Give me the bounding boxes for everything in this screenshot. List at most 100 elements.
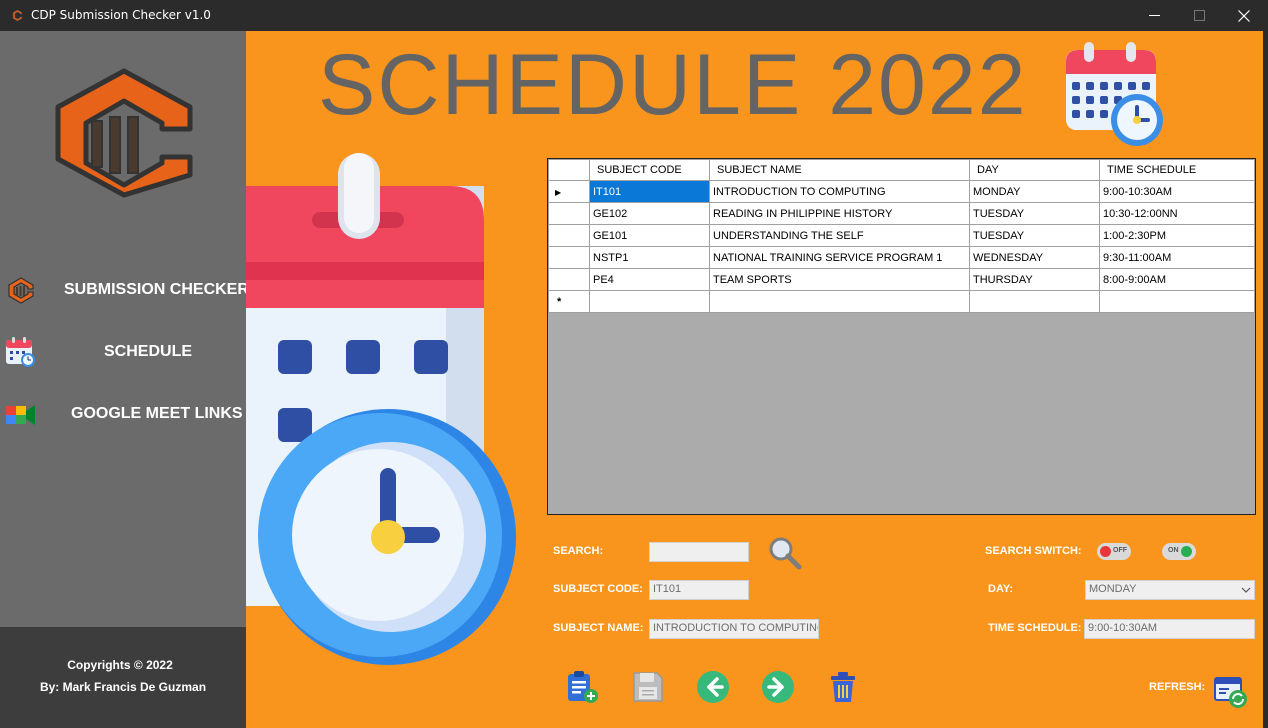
- sidebar-footer: Copyrights © 2022 By: Mark Francis De Gu…: [0, 627, 246, 728]
- toggle-knob: [1181, 546, 1192, 557]
- minimize-icon: [1148, 15, 1160, 16]
- subject-name-field[interactable]: INTRODUCTION TO COMPUTING: [649, 619, 819, 639]
- table-cell[interactable]: [1099, 290, 1255, 313]
- search-switch-on-toggle[interactable]: ON: [1162, 543, 1196, 560]
- google-meet-icon: [6, 405, 35, 425]
- sidebar-item-label: GOOGLE MEET LINKS: [71, 405, 243, 422]
- table-cell[interactable]: MONDAY: [969, 180, 1100, 203]
- close-button[interactable]: [1221, 0, 1267, 31]
- subject-code-field[interactable]: IT101: [649, 580, 749, 600]
- sidebar-item-submission-checker[interactable]: SUBMISSION CHECKER: [0, 270, 249, 310]
- time-schedule-field[interactable]: 9:00-10:30AM: [1084, 619, 1255, 639]
- sidebar-item-google-meet-links[interactable]: GOOGLE MEET LINKS: [0, 394, 246, 434]
- refresh-label: REFRESH:: [1149, 681, 1206, 693]
- arrow-left-icon[interactable]: [695, 669, 731, 705]
- search-switch-label: SEARCH SWITCH:: [985, 545, 1082, 557]
- title-bar: CDP Submission Checker v1.0: [0, 0, 1268, 31]
- table-cell[interactable]: 1:00-2:30PM: [1099, 224, 1255, 247]
- minimize-button[interactable]: [1131, 0, 1177, 31]
- schedule-grid[interactable]: SUBJECT CODE SUBJECT NAME DAY TIME SCHED…: [547, 158, 1256, 515]
- refresh-icon[interactable]: [1213, 676, 1249, 710]
- table-cell[interactable]: [969, 290, 1100, 313]
- table-cell[interactable]: NSTP1: [589, 246, 710, 269]
- chevron-down-icon: [1241, 587, 1251, 593]
- toggle-knob: [1100, 546, 1111, 557]
- app-logo-icon: [8, 277, 34, 304]
- column-header[interactable]: SUBJECT CODE: [589, 159, 710, 181]
- row-header[interactable]: [548, 246, 590, 269]
- table-row[interactable]: ▶ IT101 INTRODUCTION TO COMPUTING MONDAY…: [548, 180, 1255, 203]
- toggle-off-text: OFF: [1113, 547, 1127, 554]
- table-cell[interactable]: WEDNESDAY: [969, 246, 1100, 269]
- column-header[interactable]: SUBJECT NAME: [709, 159, 970, 181]
- page-title: SCHEDULE 2022: [318, 37, 1028, 133]
- table-cell[interactable]: THURSDAY: [969, 268, 1100, 291]
- table-cell[interactable]: READING IN PHILIPPINE HISTORY: [709, 202, 970, 225]
- maximize-button[interactable]: [1176, 0, 1222, 31]
- app-logo: [55, 68, 193, 198]
- window-border: [1263, 31, 1268, 728]
- sidebar: SUBMISSION CHECKER SCHEDULE GOOGLE MEET …: [0, 31, 249, 728]
- window-title: CDP Submission Checker v1.0: [31, 8, 211, 22]
- table-cell[interactable]: GE102: [589, 202, 710, 225]
- table-cell[interactable]: TUESDAY: [969, 202, 1100, 225]
- table-cell[interactable]: INTRODUCTION TO COMPUTING: [709, 180, 970, 203]
- sidebar-item-label: SCHEDULE: [104, 343, 193, 360]
- app-logo-icon: [12, 9, 23, 22]
- day-select[interactable]: MONDAY: [1085, 580, 1255, 600]
- row-header[interactable]: *: [548, 290, 590, 313]
- table-header-row: SUBJECT CODE SUBJECT NAME DAY TIME SCHED…: [548, 159, 1255, 181]
- table-cell[interactable]: GE101: [589, 224, 710, 247]
- sidebar-item-schedule[interactable]: SCHEDULE: [0, 332, 246, 372]
- trash-icon[interactable]: [825, 669, 861, 705]
- subject-code-label: SUBJECT CODE:: [553, 583, 643, 595]
- calendar-icon: [6, 337, 35, 367]
- new-row-indicator: *: [557, 295, 562, 308]
- copyright-text: Copyrights © 2022: [67, 658, 173, 672]
- column-header[interactable]: DAY: [969, 159, 1100, 181]
- calendar-clock-illustration: [246, 153, 516, 665]
- new-row[interactable]: *: [548, 290, 1255, 313]
- row-header-corner: [548, 159, 590, 181]
- table-cell[interactable]: IT101: [589, 180, 710, 203]
- search-switch-off-toggle[interactable]: OFF: [1097, 543, 1131, 560]
- table-cell[interactable]: PE4: [589, 268, 710, 291]
- row-header[interactable]: [548, 224, 590, 247]
- sidebar-item-label: SUBMISSION CHECKER: [64, 281, 249, 298]
- save-icon[interactable]: [630, 669, 666, 705]
- day-select-value: MONDAY: [1089, 583, 1137, 595]
- table-row[interactable]: GE102 READING IN PHILIPPINE HISTORY TUES…: [548, 202, 1255, 225]
- table-cell[interactable]: TEAM SPORTS: [709, 268, 970, 291]
- table-cell[interactable]: TUESDAY: [969, 224, 1100, 247]
- table-cell[interactable]: 9:00-10:30AM: [1099, 180, 1255, 203]
- row-header[interactable]: [548, 268, 590, 291]
- search-label: SEARCH:: [553, 545, 604, 557]
- row-header[interactable]: ▶: [548, 180, 590, 203]
- row-header[interactable]: [548, 202, 590, 225]
- maximize-icon: [1193, 10, 1205, 21]
- table-cell[interactable]: UNDERSTANDING THE SELF: [709, 224, 970, 247]
- calendar-icon: [1066, 42, 1163, 146]
- day-label: DAY:: [988, 583, 1014, 595]
- table-cell[interactable]: NATIONAL TRAINING SERVICE PROGRAM 1: [709, 246, 970, 269]
- table-cell[interactable]: 9:30-11:00AM: [1099, 246, 1255, 269]
- author-text: By: Mark Francis De Guzman: [39, 680, 207, 694]
- arrow-right-icon[interactable]: [760, 669, 796, 705]
- current-row-indicator: ▶: [555, 187, 562, 197]
- search-icon[interactable]: [767, 535, 803, 571]
- search-input[interactable]: [649, 542, 749, 562]
- time-schedule-label: TIME SCHEDULE:: [988, 622, 1082, 634]
- table-row[interactable]: GE101 UNDERSTANDING THE SELF TUESDAY 1:0…: [548, 224, 1255, 247]
- table-cell[interactable]: 8:00-9:00AM: [1099, 268, 1255, 291]
- schedule-table: SUBJECT CODE SUBJECT NAME DAY TIME SCHED…: [548, 159, 1255, 313]
- close-icon: [1238, 9, 1250, 22]
- table-row[interactable]: NSTP1 NATIONAL TRAINING SERVICE PROGRAM …: [548, 246, 1255, 269]
- subject-name-label: SUBJECT NAME:: [553, 622, 644, 634]
- add-clipboard-icon[interactable]: [564, 669, 600, 705]
- toggle-on-text: ON: [1168, 547, 1179, 554]
- column-header[interactable]: TIME SCHEDULE: [1099, 159, 1255, 181]
- table-cell[interactable]: 10:30-12:00NN: [1099, 202, 1255, 225]
- table-cell[interactable]: [589, 290, 710, 313]
- table-cell[interactable]: [709, 290, 970, 313]
- table-row[interactable]: PE4 TEAM SPORTS THURSDAY 8:00-9:00AM: [548, 268, 1255, 291]
